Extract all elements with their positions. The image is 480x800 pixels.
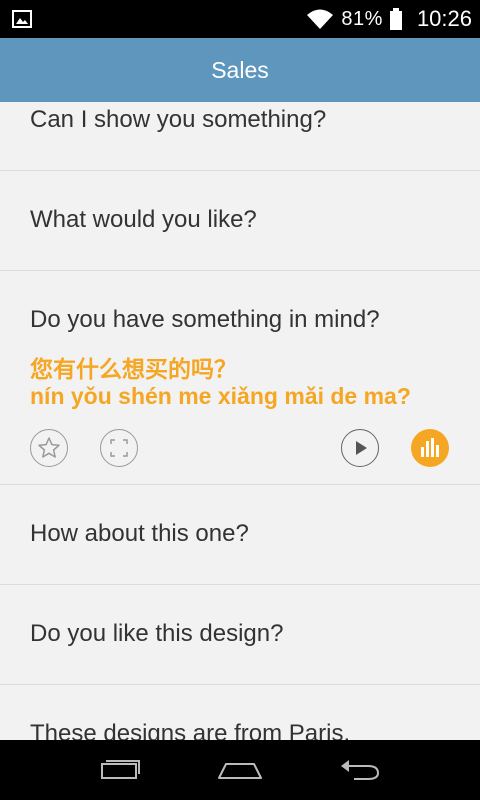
app-screen: 81% 10:26 Sales Can I show you something… — [0, 0, 480, 800]
star-icon — [38, 437, 60, 458]
app-header: Sales — [0, 38, 480, 102]
audio-level-icon — [421, 438, 439, 457]
chinese-translation: 您有什么想买的吗？ — [30, 356, 237, 382]
home-icon — [218, 763, 262, 779]
play-icon — [356, 441, 367, 455]
phrase-item-expanded[interactable]: Do you have something in mind? 您有什么想买的吗？… — [0, 271, 480, 485]
status-bar: 81% 10:26 — [0, 0, 480, 38]
phrase-list[interactable]: Can I show you something? What would you… — [0, 102, 480, 740]
phrase-text: How about this one? — [30, 520, 249, 547]
phrase-item[interactable]: What would you like? — [0, 171, 480, 271]
phrase-text: Do you have something in mind? — [30, 306, 380, 333]
phrase-text: These designs are from Paris. — [30, 720, 351, 740]
phrase-text: Do you like this design? — [30, 620, 284, 647]
wifi-icon — [307, 9, 334, 29]
recent-apps-icon — [101, 760, 140, 779]
phrase-item[interactable]: Do you like this design? — [0, 585, 480, 685]
phrase-text: Can I show you something? — [30, 106, 327, 133]
battery-percent: 81% — [341, 7, 383, 30]
fullscreen-button[interactable] — [100, 429, 138, 467]
phrase-text: What would you like? — [30, 206, 257, 233]
phrase-item[interactable]: How about this one? — [0, 485, 480, 585]
clock: 10:26 — [416, 6, 472, 31]
record-button[interactable] — [411, 429, 449, 467]
recent-apps-button[interactable] — [90, 750, 150, 790]
battery-icon — [389, 8, 402, 30]
page-title: Sales — [211, 56, 269, 83]
navigation-bar — [0, 740, 480, 800]
home-button[interactable] — [210, 750, 270, 790]
back-button[interactable] — [330, 750, 390, 790]
gallery-icon — [12, 10, 32, 28]
phrase-item[interactable]: These designs are from Paris. — [0, 685, 480, 740]
phrase-item[interactable]: Can I show you something? — [0, 102, 480, 171]
pinyin-translation: nín yǒu shén me xiǎng mǎi de ma? — [30, 383, 411, 409]
play-button[interactable] — [341, 429, 379, 467]
status-indicators: 81% 10:26 — [305, 0, 472, 38]
expand-icon — [110, 439, 128, 457]
favorite-button[interactable] — [30, 429, 68, 467]
back-icon — [341, 760, 380, 780]
